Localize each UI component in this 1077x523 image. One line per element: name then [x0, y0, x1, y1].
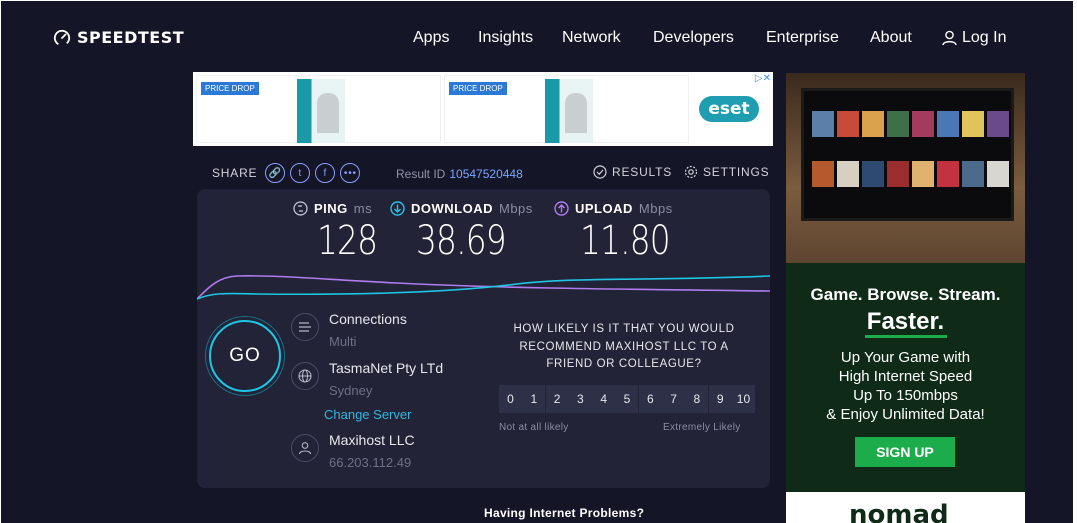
- nav-insights[interactable]: Insights: [478, 29, 533, 47]
- ad-line-1: Up Your Game with: [840, 349, 971, 366]
- signup-button[interactable]: SIGN UP: [855, 437, 955, 467]
- connections-icon: [291, 313, 319, 341]
- ad-choices-icon[interactable]: ▷✕: [755, 73, 771, 84]
- rating-option[interactable]: 7: [662, 385, 686, 413]
- isp-name: TasmaNet Pty LTd: [329, 360, 444, 376]
- host-ip: 66.203.112.49: [329, 455, 412, 470]
- ad-product-1[interactable]: PRICE DROP: [196, 75, 441, 143]
- nav-about[interactable]: About: [870, 29, 912, 47]
- internet-problems-heading: Having Internet Problems?: [484, 506, 645, 520]
- isp-location: Sydney: [329, 383, 373, 398]
- tv-screen: [801, 88, 1014, 221]
- download-graph-line: [197, 275, 770, 300]
- ad-line-3: Up To 150mbps: [853, 387, 958, 404]
- rating-option[interactable]: 2: [545, 385, 569, 413]
- globe-icon: [291, 362, 319, 390]
- connections-mode: Multi: [329, 334, 357, 349]
- rating-option[interactable]: 10: [731, 385, 755, 413]
- upload-metric: UPLOAD Mbps 11.80: [554, 201, 690, 264]
- speedtest-logo[interactable]: SPEEDTEST: [53, 28, 184, 47]
- download-icon: [390, 201, 405, 216]
- login-label: Log In: [962, 29, 1007, 46]
- settings-label: SETTINGS: [703, 165, 770, 179]
- gauge-icon: [53, 29, 71, 46]
- change-server-link[interactable]: Change Server: [324, 407, 411, 422]
- speedtest-page: SPEEDTEST Apps Insights Network Develope…: [1, 1, 1073, 523]
- product-box-image: [545, 79, 593, 143]
- ad-line-2: High Internet Speed: [838, 368, 973, 385]
- results-button[interactable]: RESULTS: [593, 165, 672, 179]
- rating-option[interactable]: 4: [592, 385, 616, 413]
- check-circle-icon: [593, 165, 607, 179]
- user-icon: [291, 434, 319, 462]
- rating-option[interactable]: 5: [615, 385, 639, 413]
- ping-metric: PING ms 128: [293, 201, 390, 264]
- logo-text: SPEEDTEST: [77, 28, 185, 47]
- price-drop-badge: PRICE DROP: [449, 82, 507, 95]
- nav-apps[interactable]: Apps: [413, 29, 449, 47]
- result-id: Result ID 10547520448: [396, 167, 523, 181]
- rating-option[interactable]: 1: [522, 385, 546, 413]
- upload-value: 11.80: [580, 218, 671, 264]
- link-icon[interactable]: 🔗: [265, 163, 286, 183]
- result-id-label: Result ID: [396, 167, 446, 181]
- right-ad-banner[interactable]: Game. Browse. Stream. Faster. Up Your Ga…: [786, 73, 1025, 523]
- download-label: DOWNLOAD: [411, 201, 493, 216]
- price-drop-badge: PRICE DROP: [201, 82, 259, 95]
- upload-label: UPLOAD: [575, 201, 633, 216]
- upload-unit: Mbps: [638, 201, 673, 216]
- host-name: Maxihost LLC: [329, 432, 415, 448]
- rating-option[interactable]: 0: [499, 385, 522, 413]
- ping-value: 128: [317, 218, 378, 264]
- rating-scale: 0 1 2 3 4 5 6 7 8 9 10: [499, 385, 755, 413]
- nomad-logo: nomad: [786, 492, 1025, 523]
- download-value: 38.69: [416, 218, 507, 264]
- settings-button[interactable]: SETTINGS: [684, 165, 769, 179]
- login-link[interactable]: Log In: [942, 29, 1006, 47]
- scrollbar[interactable]: [1073, 0, 1077, 523]
- nav-developers[interactable]: Developers: [653, 29, 734, 47]
- top-ad-banner[interactable]: PRICE DROP PRICE DROP eset ▷✕: [193, 72, 773, 146]
- nav-network[interactable]: Network: [562, 29, 621, 47]
- tv-image: [786, 73, 1025, 263]
- ping-icon: [293, 201, 308, 216]
- results-label: RESULTS: [612, 165, 673, 179]
- user-icon: [942, 30, 957, 46]
- gear-icon: [684, 165, 698, 179]
- speed-graph: [197, 275, 770, 300]
- share-label: SHARE: [212, 166, 258, 180]
- download-metric: DOWNLOAD Mbps 38.69: [390, 201, 533, 264]
- rating-option[interactable]: 6: [638, 385, 662, 413]
- result-id-value[interactable]: 10547520448: [449, 167, 522, 181]
- upload-icon: [554, 201, 569, 216]
- twitter-icon[interactable]: t: [290, 163, 311, 183]
- ad-product-2[interactable]: PRICE DROP: [444, 75, 689, 143]
- ping-unit: ms: [353, 201, 373, 216]
- rating-option[interactable]: 9: [708, 385, 732, 413]
- scale-high-label: Extremely Likely: [663, 422, 741, 433]
- share-row: SHARE 🔗 t f •••: [212, 163, 361, 183]
- rating-option[interactable]: 3: [568, 385, 592, 413]
- facebook-icon[interactable]: f: [315, 163, 336, 183]
- nav-enterprise[interactable]: Enterprise: [766, 29, 839, 47]
- scale-low-label: Not at all likely: [499, 422, 569, 433]
- result-panel: PING ms 128 DOWNLOAD Mbps 38.69 UPLOAD M…: [197, 189, 770, 488]
- connections-title: Connections: [329, 311, 407, 327]
- ad-faster: Faster.: [866, 308, 945, 335]
- eset-logo: eset: [699, 96, 759, 122]
- download-unit: Mbps: [499, 201, 533, 216]
- rating-option[interactable]: 8: [685, 385, 709, 413]
- survey-question: HOW LIKELY IS IT THAT YOU WOULD RECOMMEN…: [513, 323, 735, 370]
- ad-line-4: & Enjoy Unlimited Data!: [826, 406, 985, 423]
- ad-headline: Game. Browse. Stream.: [810, 285, 1001, 304]
- ping-label: PING: [314, 201, 348, 216]
- go-button[interactable]: GO: [209, 320, 281, 392]
- more-icon[interactable]: •••: [340, 163, 361, 183]
- product-box-image: [297, 79, 345, 143]
